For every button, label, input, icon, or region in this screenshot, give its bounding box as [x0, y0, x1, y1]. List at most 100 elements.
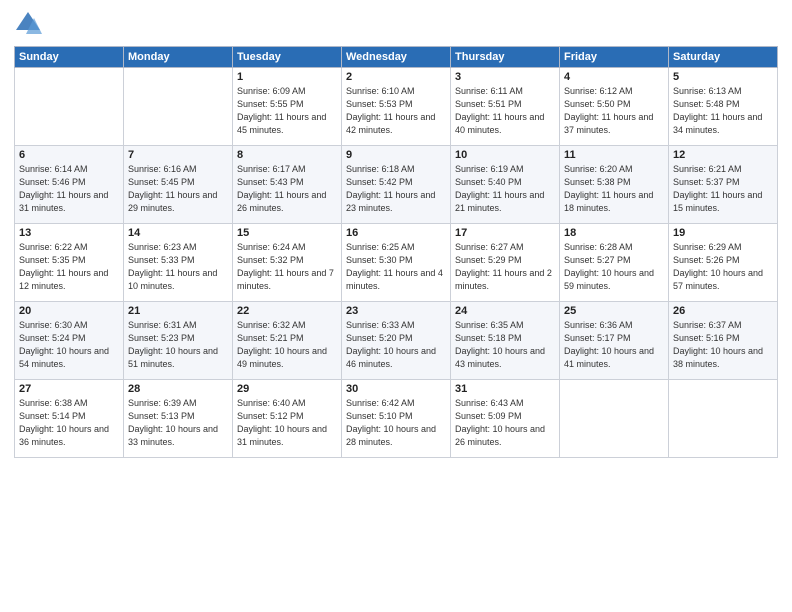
calendar-cell: 21 Sunrise: 6:31 AM Sunset: 5:23 PM Dayli… — [124, 302, 233, 380]
day-info: Sunrise: 6:28 AM Sunset: 5:27 PM Dayligh… — [564, 241, 664, 293]
day-number: 25 — [564, 305, 664, 317]
day-number: 9 — [346, 149, 446, 161]
day-number: 26 — [673, 305, 773, 317]
day-number: 31 — [455, 383, 555, 395]
day-info: Sunrise: 6:32 AM Sunset: 5:21 PM Dayligh… — [237, 319, 337, 371]
calendar-cell: 9 Sunrise: 6:18 AM Sunset: 5:42 PM Daylig… — [342, 146, 451, 224]
day-info: Sunrise: 6:43 AM Sunset: 5:09 PM Dayligh… — [455, 397, 555, 449]
day-number: 27 — [19, 383, 119, 395]
day-info: Sunrise: 6:29 AM Sunset: 5:26 PM Dayligh… — [673, 241, 773, 293]
calendar-weekday: Monday — [124, 47, 233, 68]
calendar-cell: 10 Sunrise: 6:19 AM Sunset: 5:40 PM Dayli… — [451, 146, 560, 224]
day-info: Sunrise: 6:35 AM Sunset: 5:18 PM Dayligh… — [455, 319, 555, 371]
calendar-cell: 6Sunrise: 6:14 AM Sunset: 5:46 PM Daylig… — [15, 146, 124, 224]
day-info: Sunrise: 6:09 AM Sunset: 5:55 PM Dayligh… — [237, 85, 337, 137]
day-number: 22 — [237, 305, 337, 317]
calendar-cell: 8 Sunrise: 6:17 AM Sunset: 5:43 PM Daylig… — [233, 146, 342, 224]
calendar-cell — [124, 68, 233, 146]
day-number: 15 — [237, 227, 337, 239]
day-number: 8 — [237, 149, 337, 161]
calendar-cell: 1 Sunrise: 6:09 AM Sunset: 5:55 PM Daylig… — [233, 68, 342, 146]
day-number: 30 — [346, 383, 446, 395]
calendar-table: SundayMondayTuesdayWednesdayThursdayFrid… — [14, 46, 778, 458]
calendar-cell — [669, 380, 778, 458]
calendar-cell: 27 Sunrise: 6:38 AM Sunset: 5:14 PM Dayli… — [15, 380, 124, 458]
day-number: 2 — [346, 71, 446, 83]
logo — [14, 10, 46, 38]
calendar-week-row: 1 Sunrise: 6:09 AM Sunset: 5:55 PM Daylig… — [15, 68, 778, 146]
day-number: 21 — [128, 305, 228, 317]
day-info: Sunrise: 6:23 AM Sunset: 5:33 PM Dayligh… — [128, 241, 228, 293]
calendar-week-row: 27 Sunrise: 6:38 AM Sunset: 5:14 PM Dayli… — [15, 380, 778, 458]
calendar-cell: 3Sunrise: 6:11 AM Sunset: 5:51 PM Daylig… — [451, 68, 560, 146]
calendar-cell: 31 Sunrise: 6:43 AM Sunset: 5:09 PM Dayli… — [451, 380, 560, 458]
day-info: Sunrise: 6:22 AM Sunset: 5:35 PM Dayligh… — [19, 241, 119, 293]
calendar-cell: 30 Sunrise: 6:42 AM Sunset: 5:10 PM Dayli… — [342, 380, 451, 458]
calendar-cell: 19 Sunrise: 6:29 AM Sunset: 5:26 PM Dayli… — [669, 224, 778, 302]
calendar-header-row: SundayMondayTuesdayWednesdayThursdayFrid… — [15, 47, 778, 68]
day-info: Sunrise: 6:18 AM Sunset: 5:42 PM Dayligh… — [346, 163, 446, 215]
calendar-cell: 20 Sunrise: 6:30 AM Sunset: 5:24 PM Dayli… — [15, 302, 124, 380]
calendar-weekday: Saturday — [669, 47, 778, 68]
calendar-cell: 18 Sunrise: 6:28 AM Sunset: 5:27 PM Dayli… — [560, 224, 669, 302]
day-number: 6 — [19, 149, 119, 161]
calendar-weekday: Wednesday — [342, 47, 451, 68]
day-info: Sunrise: 6:36 AM Sunset: 5:17 PM Dayligh… — [564, 319, 664, 371]
calendar-cell: 24 Sunrise: 6:35 AM Sunset: 5:18 PM Dayli… — [451, 302, 560, 380]
day-info: Sunrise: 6:11 AM Sunset: 5:51 PM Dayligh… — [455, 85, 555, 137]
calendar-cell: 29 Sunrise: 6:40 AM Sunset: 5:12 PM Dayli… — [233, 380, 342, 458]
day-number: 24 — [455, 305, 555, 317]
calendar-cell: 2Sunrise: 6:10 AM Sunset: 5:53 PM Daylig… — [342, 68, 451, 146]
calendar-week-row: 6Sunrise: 6:14 AM Sunset: 5:46 PM Daylig… — [15, 146, 778, 224]
day-number: 18 — [564, 227, 664, 239]
calendar-cell: 12Sunrise: 6:21 AM Sunset: 5:37 PM Dayli… — [669, 146, 778, 224]
day-number: 14 — [128, 227, 228, 239]
logo-icon — [14, 10, 42, 38]
calendar-cell: 11 Sunrise: 6:20 AM Sunset: 5:38 PM Dayli… — [560, 146, 669, 224]
day-info: Sunrise: 6:13 AM Sunset: 5:48 PM Dayligh… — [673, 85, 773, 137]
calendar-week-row: 20 Sunrise: 6:30 AM Sunset: 5:24 PM Dayli… — [15, 302, 778, 380]
day-number: 23 — [346, 305, 446, 317]
day-info: Sunrise: 6:27 AM Sunset: 5:29 PM Dayligh… — [455, 241, 555, 293]
calendar-weekday: Tuesday — [233, 47, 342, 68]
calendar-weekday: Friday — [560, 47, 669, 68]
day-number: 1 — [237, 71, 337, 83]
day-number: 16 — [346, 227, 446, 239]
page: SundayMondayTuesdayWednesdayThursdayFrid… — [0, 0, 792, 612]
day-info: Sunrise: 6:40 AM Sunset: 5:12 PM Dayligh… — [237, 397, 337, 449]
day-number: 5 — [673, 71, 773, 83]
day-info: Sunrise: 6:20 AM Sunset: 5:38 PM Dayligh… — [564, 163, 664, 215]
day-number: 20 — [19, 305, 119, 317]
day-number: 11 — [564, 149, 664, 161]
day-number: 10 — [455, 149, 555, 161]
day-info: Sunrise: 6:19 AM Sunset: 5:40 PM Dayligh… — [455, 163, 555, 215]
day-info: Sunrise: 6:17 AM Sunset: 5:43 PM Dayligh… — [237, 163, 337, 215]
calendar-cell: 14 Sunrise: 6:23 AM Sunset: 5:33 PM Dayli… — [124, 224, 233, 302]
day-info: Sunrise: 6:16 AM Sunset: 5:45 PM Dayligh… — [128, 163, 228, 215]
day-info: Sunrise: 6:38 AM Sunset: 5:14 PM Dayligh… — [19, 397, 119, 449]
day-info: Sunrise: 6:42 AM Sunset: 5:10 PM Dayligh… — [346, 397, 446, 449]
day-number: 13 — [19, 227, 119, 239]
day-info: Sunrise: 6:33 AM Sunset: 5:20 PM Dayligh… — [346, 319, 446, 371]
header — [14, 10, 778, 38]
calendar-cell: 7 Sunrise: 6:16 AM Sunset: 5:45 PM Daylig… — [124, 146, 233, 224]
calendar-cell: 13 Sunrise: 6:22 AM Sunset: 5:35 PM Dayli… — [15, 224, 124, 302]
day-number: 17 — [455, 227, 555, 239]
calendar-cell: 15 Sunrise: 6:24 AM Sunset: 5:32 PM Dayli… — [233, 224, 342, 302]
day-info: Sunrise: 6:30 AM Sunset: 5:24 PM Dayligh… — [19, 319, 119, 371]
day-info: Sunrise: 6:24 AM Sunset: 5:32 PM Dayligh… — [237, 241, 337, 293]
day-number: 29 — [237, 383, 337, 395]
calendar-cell: 4 Sunrise: 6:12 AM Sunset: 5:50 PM Daylig… — [560, 68, 669, 146]
calendar-cell: 5 Sunrise: 6:13 AM Sunset: 5:48 PM Daylig… — [669, 68, 778, 146]
calendar-cell: 22 Sunrise: 6:32 AM Sunset: 5:21 PM Dayli… — [233, 302, 342, 380]
day-number: 19 — [673, 227, 773, 239]
day-info: Sunrise: 6:31 AM Sunset: 5:23 PM Dayligh… — [128, 319, 228, 371]
day-number: 4 — [564, 71, 664, 83]
day-info: Sunrise: 6:12 AM Sunset: 5:50 PM Dayligh… — [564, 85, 664, 137]
calendar-cell: 28Sunrise: 6:39 AM Sunset: 5:13 PM Dayli… — [124, 380, 233, 458]
calendar-weekday: Sunday — [15, 47, 124, 68]
calendar-weekday: Thursday — [451, 47, 560, 68]
day-info: Sunrise: 6:39 AM Sunset: 5:13 PM Dayligh… — [128, 397, 228, 449]
calendar-cell: 23 Sunrise: 6:33 AM Sunset: 5:20 PM Dayli… — [342, 302, 451, 380]
day-number: 7 — [128, 149, 228, 161]
